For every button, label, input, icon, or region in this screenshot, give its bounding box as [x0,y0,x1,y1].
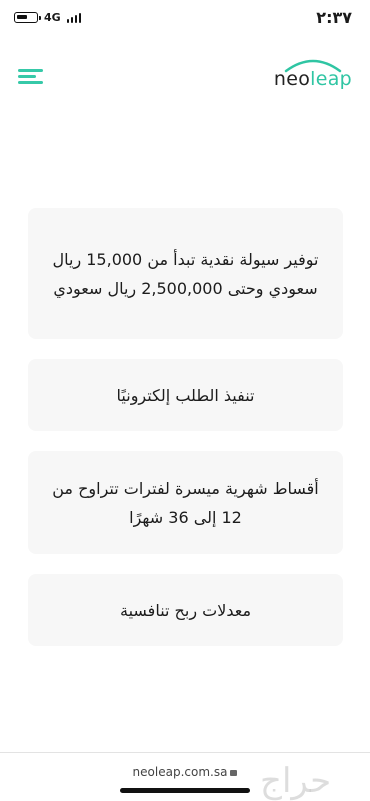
home-indicator[interactable] [120,788,250,793]
neoleap-logo[interactable]: neoleap [273,55,352,95]
lock-icon [230,770,238,776]
feature-text: أقساط شهرية ميسرة لفترات تتراوح من 12 إل… [52,478,319,527]
hamburger-icon [18,69,43,72]
feature-card-online-request: تنفيذ الطلب إلكترونيًا [28,359,343,431]
feature-text: تنفيذ الطلب إلكترونيًا [116,385,255,405]
network-type: 4G [44,11,61,24]
hamburger-menu-button[interactable] [18,67,44,87]
status-time: ٢:٣٧ [316,8,352,27]
top-navigation: neoleap [0,55,370,105]
logo-text: neoleap [273,68,352,90]
feature-text: توفير سيولة نقدية تبدأ من 15,000 ريال سع… [52,249,319,298]
browser-address-bar[interactable]: حراج neoleap.com.sa [0,752,370,801]
url-text: neoleap.com.sa [132,765,228,779]
signal-icon [66,12,82,23]
feature-card-profit-rates: معدلات ربح تنافسية [28,574,343,646]
status-bar: 4G ٢:٣٧ [0,0,370,40]
feature-card-installments: أقساط شهرية ميسرة لفترات تتراوح من 12 إل… [28,451,343,554]
status-indicators: 4G [14,11,82,24]
feature-card-liquidity: توفير سيولة نقدية تبدأ من 15,000 ريال سع… [28,208,343,339]
feature-text: معدلات ربح تنافسية [119,600,252,620]
feature-cards: توفير سيولة نقدية تبدأ من 15,000 ريال سع… [28,208,343,666]
battery-icon [14,12,41,23]
url-display[interactable]: neoleap.com.sa [0,765,370,779]
